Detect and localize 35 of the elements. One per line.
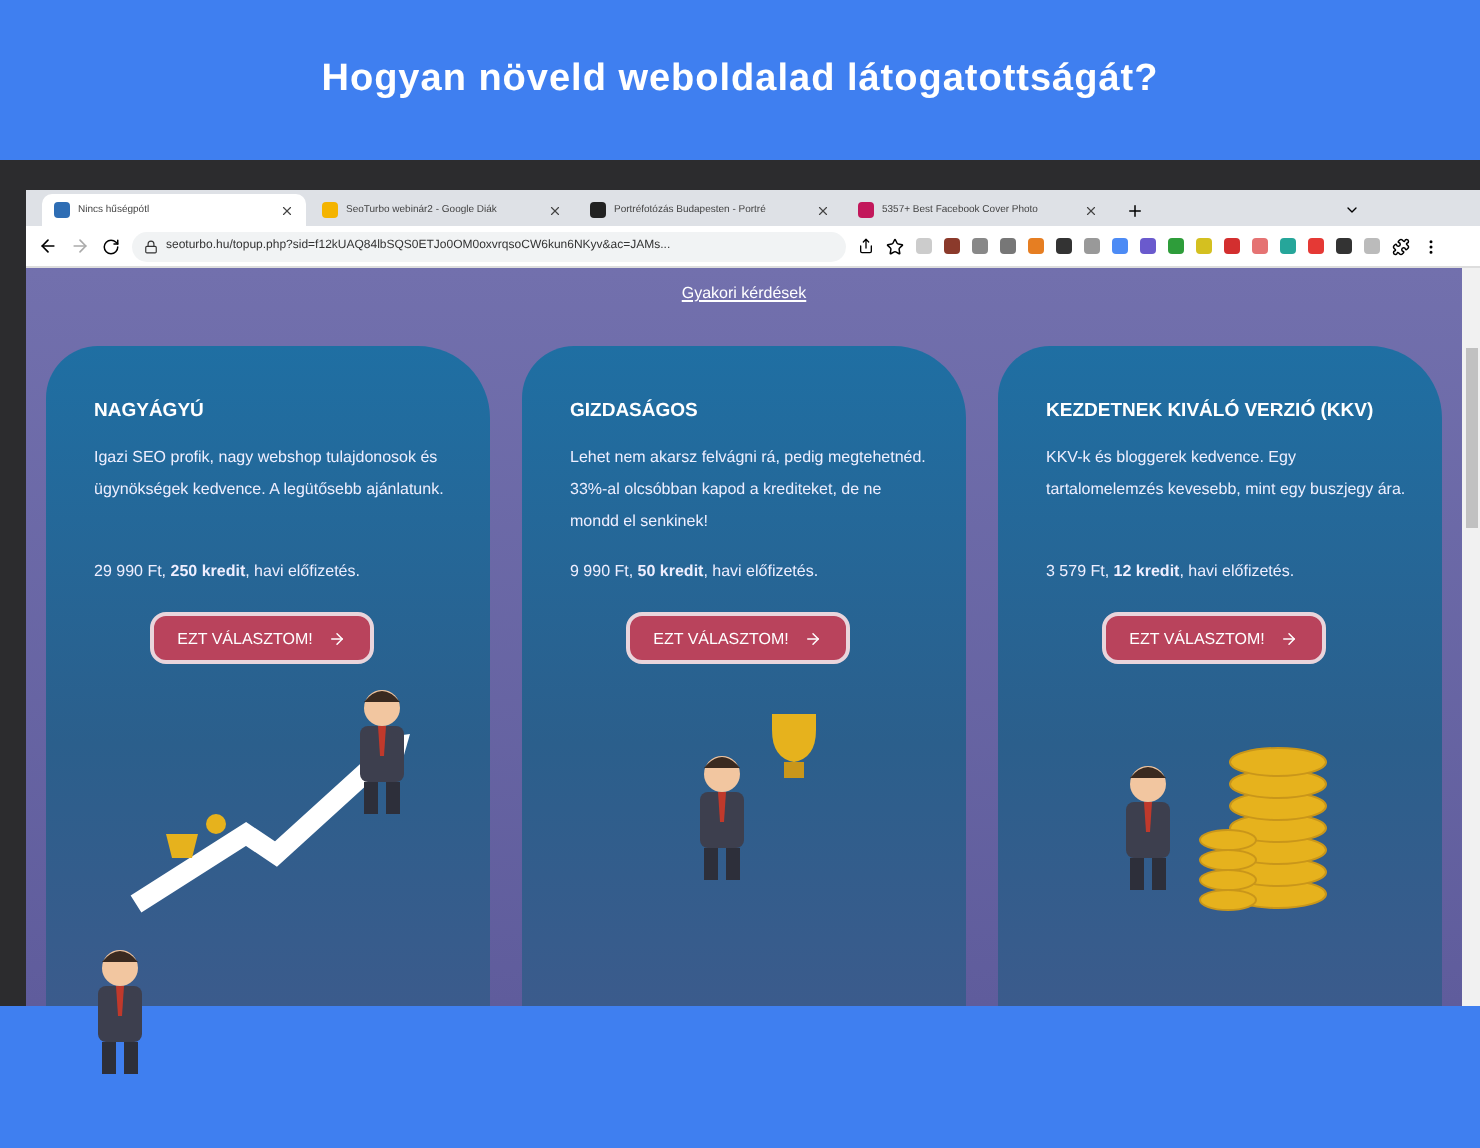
close-icon[interactable] [816,203,830,217]
arrow-right-icon [328,629,347,647]
plan-price: 29 990 Ft, 250 kredit, havi előfizetés. [94,562,362,580]
share-icon[interactable] [858,238,874,254]
choose-button[interactable]: EZT VÁLASZTOM! [1101,612,1327,664]
faq-link[interactable]: Gyakori kérdések [681,284,807,302]
chevron-down-icon[interactable] [1344,202,1360,218]
back-icon[interactable] [38,236,58,256]
plan-description: Igazi SEO profik, nagy webshop tulajdonosok és ügynökségek kedvence. A legütősebb ajánlatunk. [94,446,446,502]
lock-icon [144,239,158,253]
choose-button[interactable]: EZT VÁLASZTOM! [149,612,375,664]
plan-price: 3 579 Ft, 12 kredit, havi előfizetés. [1046,562,1297,580]
favicon-icon [590,202,606,218]
reload-icon[interactable] [102,237,120,255]
plan-title: NAGYÁGYÚ [94,400,206,422]
plan-description: KKV-k és bloggerek kedvence. Egy tartalomelemzés kevesebb, mint egy buszjegy ára. [1046,446,1408,502]
favicon-icon [858,202,874,218]
close-icon[interactable] [1084,203,1098,217]
new-tab-icon[interactable] [1126,202,1144,220]
plan-description: Lehet nem akarsz felvágni rá, pedig megtehetnéd. 33%-al olcsóbban kapod a krediteket, de ne mondd el senkinek! [570,446,928,534]
slide-title: Hogyan növeld weboldalad látogatottságát? [321,58,1159,102]
scrollbar[interactable] [1462,268,1480,1006]
arrow-right-icon [804,629,823,647]
close-icon[interactable] [548,203,562,217]
favicon-icon [322,202,338,218]
choose-button[interactable]: EZT VÁLASZTOM! [625,612,851,664]
arrow-right-icon [1280,629,1299,647]
close-icon[interactable] [280,203,294,217]
favicon-icon [54,202,70,218]
plan-title: KEZDETNEK KIVÁLÓ VERZIÓ (KKV) [1046,400,1376,422]
bookmark-star-icon[interactable] [886,237,904,255]
plan-price: 9 990 Ft, 50 kredit, havi előfizetés. [570,562,821,580]
plan-title: GIZDASÁGOS [570,400,700,422]
puzzle-icon[interactable] [1392,237,1410,255]
forward-icon[interactable] [70,236,90,256]
